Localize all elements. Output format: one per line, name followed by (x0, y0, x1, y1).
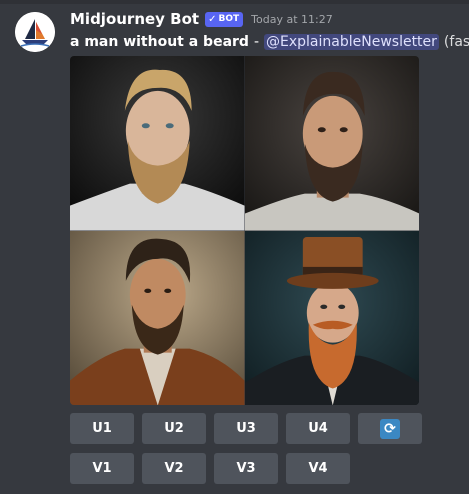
prompt-separator: - (253, 34, 260, 50)
speed-label: (fast) (443, 34, 469, 50)
variation-button-3[interactable]: V3 (214, 453, 278, 484)
variation-button-1[interactable]: V1 (70, 453, 134, 484)
refresh-icon: ⟳ (380, 418, 400, 439)
message-header: Midjourney Bot ✓ BOT Today at 11:27 (70, 9, 333, 29)
reroll-button[interactable]: ⟳ (358, 413, 422, 444)
message-content: a man without a beard - @ExplainableNews… (70, 32, 469, 52)
sailboat-icon (15, 12, 55, 52)
upscale-button-1[interactable]: U1 (70, 413, 134, 444)
bot-badge-label: BOT (218, 14, 240, 24)
bot-avatar[interactable] (15, 12, 55, 52)
grid-image-2[interactable] (244, 56, 419, 231)
user-mention[interactable]: @ExplainableNewsletter (264, 34, 439, 50)
upscale-button-2[interactable]: U2 (142, 413, 206, 444)
grid-image-3[interactable] (70, 230, 245, 405)
top-divider (0, 0, 469, 4)
portrait-image (70, 56, 245, 231)
portrait-image (70, 230, 245, 405)
username[interactable]: Midjourney Bot (70, 10, 199, 28)
timestamp[interactable]: Today at 11:27 (251, 13, 333, 26)
portrait-image (244, 56, 419, 231)
variation-button-2[interactable]: V2 (142, 453, 206, 484)
portrait-image (244, 230, 419, 405)
verified-check-icon: ✓ (208, 13, 217, 25)
grid-image-1[interactable] (70, 56, 245, 231)
grid-image-4[interactable] (244, 230, 419, 405)
image-grid[interactable] (70, 56, 419, 405)
upscale-button-3[interactable]: U3 (214, 413, 278, 444)
variation-button-4[interactable]: V4 (286, 453, 350, 484)
prompt-text: a man without a beard (70, 34, 249, 50)
bot-badge: ✓ BOT (205, 11, 244, 27)
upscale-button-4[interactable]: U4 (286, 413, 350, 444)
